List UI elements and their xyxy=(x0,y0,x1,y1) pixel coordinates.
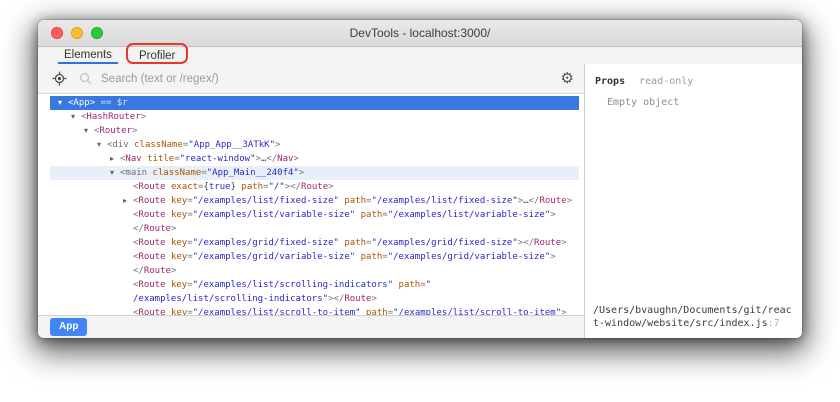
tab-profiler[interactable]: Profiler xyxy=(133,47,181,64)
tree-row[interactable]: ▸<Route key="/examples/list/fixed-size" … xyxy=(50,194,579,208)
collapse-arrow-icon[interactable]: ▾ xyxy=(97,138,107,152)
arrow-spacer xyxy=(123,250,133,264)
arrow-spacer xyxy=(123,208,133,222)
tree-row[interactable]: </Route> xyxy=(50,222,579,236)
search-input[interactable] xyxy=(101,73,549,85)
zoom-button[interactable] xyxy=(91,27,103,39)
close-button[interactable] xyxy=(51,27,63,39)
tree-toolbar: ⚙ xyxy=(38,64,584,94)
breadcrumb-bar: App xyxy=(38,315,584,338)
element-tree: ▾<App> == $r▾<HashRouter>▾<Router>▾<div … xyxy=(50,94,579,315)
arrow-spacer xyxy=(123,236,133,250)
tree-row[interactable]: ▾<main className="App_Main__240f4"> xyxy=(50,166,579,180)
props-mode-label: read-only xyxy=(639,76,693,87)
collapse-arrow-icon[interactable]: ▾ xyxy=(71,110,81,124)
collapse-arrow-icon[interactable]: ▾ xyxy=(110,166,120,180)
tree-row[interactable]: ▾<Router> xyxy=(50,124,579,138)
tree-row[interactable]: <Route key="/examples/list/scroll-to-ite… xyxy=(50,306,579,315)
source-location-link[interactable]: /Users/bvaughn/Documents/git/react-windo… xyxy=(585,300,802,338)
arrow-spacer xyxy=(123,278,133,292)
arrow-spacer xyxy=(123,264,133,278)
traffic-lights xyxy=(38,27,103,39)
tree-row[interactable]: ▾<div className="App_App__3ATkK"> xyxy=(50,138,579,152)
window-title: DevTools - localhost:3000/ xyxy=(38,26,802,40)
devtools-window: DevTools - localhost:3000/ Elements Prof… xyxy=(38,20,802,338)
tree-row[interactable]: <Route key="/examples/grid/variable-size… xyxy=(50,250,579,264)
tree-row[interactable]: <Route key="/examples/list/scrolling-ind… xyxy=(50,278,579,292)
source-path: /Users/bvaughn/Documents/git/react-windo… xyxy=(593,305,792,329)
search-icon xyxy=(79,72,92,85)
tree-row[interactable]: /examples/list/scrolling-indicators"></R… xyxy=(50,292,579,306)
props-empty-text: Empty object xyxy=(607,97,792,108)
tab-elements[interactable]: Elements xyxy=(58,47,118,64)
inspect-target-icon[interactable] xyxy=(52,71,67,86)
arrow-spacer xyxy=(123,292,133,306)
breadcrumb-item-app[interactable]: App xyxy=(50,318,87,336)
main-split: ⚙ ▾<App> == $r▾<HashRouter>▾<Router>▾<di… xyxy=(38,64,802,338)
props-title: Props xyxy=(595,76,625,87)
props-panel: Props read-only Empty object /Users/bvau… xyxy=(584,64,802,338)
collapse-arrow-icon[interactable]: ▾ xyxy=(58,96,68,110)
tree-row[interactable]: <Route exact={true} path="/"></Route> xyxy=(50,180,579,194)
tab-elements-label: Elements xyxy=(64,49,112,61)
titlebar: DevTools - localhost:3000/ xyxy=(38,20,802,47)
minimize-button[interactable] xyxy=(71,27,83,39)
arrow-spacer xyxy=(123,222,133,236)
element-tree-panel: ⚙ ▾<App> == $r▾<HashRouter>▾<Router>▾<di… xyxy=(38,64,584,338)
arrow-spacer xyxy=(123,180,133,194)
tree-row[interactable]: <Route key="/examples/list/variable-size… xyxy=(50,208,579,222)
expand-arrow-icon[interactable]: ▸ xyxy=(123,194,133,208)
collapse-arrow-icon[interactable]: ▾ xyxy=(84,124,94,138)
gear-icon[interactable]: ⚙ xyxy=(561,71,574,86)
tree-row[interactable]: ▸<Nav title="react-window">…</Nav> xyxy=(50,152,579,166)
source-line-number: :7 xyxy=(768,318,780,329)
tree-row[interactable]: ▾<App> == $r xyxy=(50,96,579,110)
tab-bar: Elements Profiler xyxy=(38,47,802,64)
search-field xyxy=(79,72,549,85)
tree-row[interactable]: <Route key="/examples/grid/fixed-size" p… xyxy=(50,236,579,250)
tree-row[interactable]: ▾<HashRouter> xyxy=(50,110,579,124)
tab-profiler-label: Profiler xyxy=(139,50,175,62)
props-section: Props read-only Empty object xyxy=(585,64,802,120)
tree-row[interactable]: </Route> xyxy=(50,264,579,278)
expand-arrow-icon[interactable]: ▸ xyxy=(110,152,120,166)
arrow-spacer xyxy=(123,306,133,315)
